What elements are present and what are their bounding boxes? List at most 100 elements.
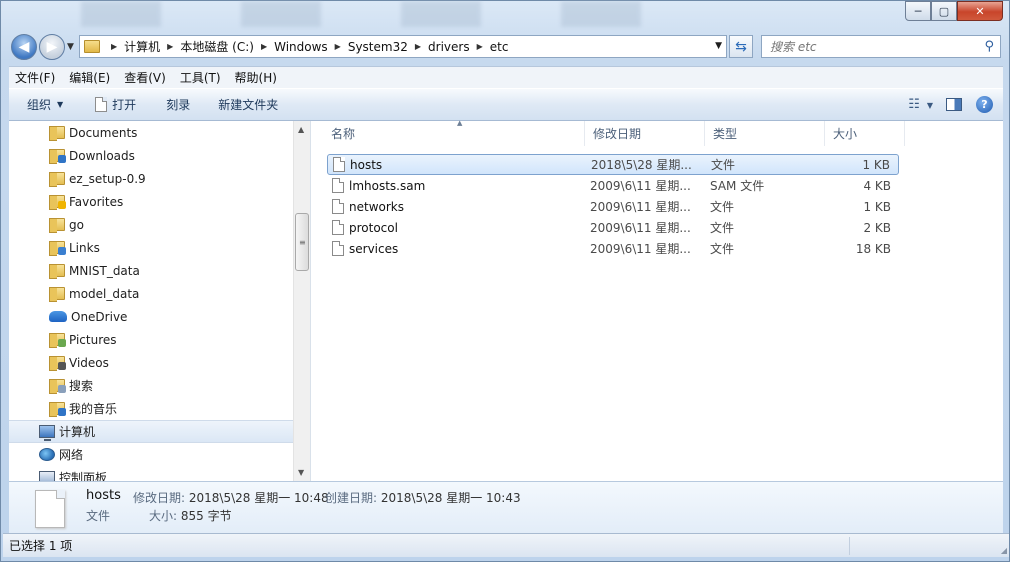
breadcrumb-separator-icon[interactable]: ▶ <box>111 42 117 51</box>
file-date: 2009\6\11 星期... <box>590 200 691 214</box>
address-history-dropdown[interactable]: ▼ <box>715 41 722 51</box>
folder-icon <box>84 40 100 53</box>
change-view-button[interactable]: ☷ ▼ <box>908 97 933 112</box>
details-size: 大小: 855 字节 <box>149 507 232 524</box>
details-modified-label: 修改日期: <box>133 491 186 505</box>
search-input[interactable] <box>770 39 970 54</box>
nav-item-onedrive[interactable]: OneDrive <box>9 305 293 328</box>
breadcrumb-windows[interactable]: Windows <box>274 40 328 54</box>
menu-file[interactable]: 文件(F) <box>15 69 55 86</box>
refresh-button[interactable]: ⇆ <box>729 35 753 58</box>
nav-item-label: model_data <box>69 286 140 301</box>
help-icon[interactable]: ? <box>976 96 993 113</box>
nav-item-ez-setup[interactable]: ez_setup-0.9 <box>9 167 293 190</box>
file-row[interactable]: lmhosts.sam 2009\6\11 星期... SAM 文件 4 KB <box>327 175 899 196</box>
nav-item-downloads[interactable]: Downloads <box>9 144 293 167</box>
new-folder-button[interactable]: 新建文件夹 <box>218 96 278 113</box>
minimize-button[interactable]: ─ <box>905 1 931 21</box>
nav-item-mnist-data[interactable]: MNIST_data <box>9 259 293 282</box>
column-header-date[interactable]: 修改日期 <box>585 121 705 146</box>
search-box[interactable]: ⚲ <box>761 35 1001 58</box>
burn-button[interactable]: 刻录 <box>166 96 190 113</box>
folder-link-icon <box>49 241 66 256</box>
nav-item-network[interactable]: 网络 <box>9 443 293 466</box>
column-header-size[interactable]: 大小 <box>825 121 905 146</box>
recent-pages-dropdown[interactable]: ▼ <box>67 42 74 52</box>
column-header-label: 大小 <box>833 127 858 141</box>
breadcrumb-etc[interactable]: etc <box>490 40 509 54</box>
column-header-type[interactable]: 类型 <box>705 121 825 146</box>
file-name: lmhosts.sam <box>349 178 426 193</box>
menu-edit[interactable]: 编辑(E) <box>69 69 110 86</box>
breadcrumb-separator-icon[interactable]: ▶ <box>335 42 341 51</box>
preview-pane-icon[interactable] <box>946 98 962 111</box>
file-row[interactable]: networks 2009\6\11 星期... 文件 1 KB <box>327 196 899 217</box>
maximize-button[interactable]: ▢ <box>931 1 957 21</box>
nav-item-documents[interactable]: Documents <box>9 121 293 144</box>
file-row[interactable]: protocol 2009\6\11 星期... 文件 2 KB <box>327 217 899 238</box>
grip-icon: ≡ <box>299 238 306 247</box>
resize-grip-icon[interactable]: ◢ <box>1001 546 1007 555</box>
nav-item-label: ez_setup-0.9 <box>69 171 146 186</box>
menu-view[interactable]: 查看(V) <box>124 69 166 86</box>
file-row[interactable]: services 2009\6\11 星期... 文件 18 KB <box>327 238 899 259</box>
breadcrumb-system32[interactable]: System32 <box>348 40 408 54</box>
breadcrumb-local-disk[interactable]: 本地磁盘 (C:) <box>180 38 254 55</box>
nav-item-pictures[interactable]: Pictures <box>9 328 293 351</box>
file-date: 2009\6\11 星期... <box>590 221 691 235</box>
search-icon[interactable]: ⚲ <box>984 39 994 54</box>
nav-item-go[interactable]: go <box>9 213 293 236</box>
back-button[interactable]: ◀ <box>11 34 37 60</box>
folder-icon <box>49 287 65 302</box>
control-panel-icon <box>39 471 55 481</box>
scrollbar-thumb[interactable]: ≡ <box>295 213 309 271</box>
computer-icon <box>39 425 55 441</box>
nav-item-my-music[interactable]: 我的音乐 <box>9 397 293 420</box>
file-icon <box>332 199 344 214</box>
folder-download-icon <box>49 149 66 164</box>
burn-label: 刻录 <box>166 98 191 112</box>
column-header-label: 类型 <box>713 127 738 141</box>
address-bar[interactable]: ▶ 计算机 ▶ 本地磁盘 (C:) ▶ Windows ▶ System32 ▶… <box>79 35 727 58</box>
nav-item-model-data[interactable]: model_data <box>9 282 293 305</box>
breadcrumb-computer[interactable]: 计算机 <box>124 38 160 55</box>
nav-item-label: MNIST_data <box>69 263 140 278</box>
close-icon: ✕ <box>975 4 985 18</box>
open-button[interactable]: 打开 <box>95 96 136 113</box>
details-created-label: 创建日期: <box>325 491 378 505</box>
breadcrumb-separator-icon[interactable]: ▶ <box>477 42 483 51</box>
breadcrumb-drivers[interactable]: drivers <box>428 40 470 54</box>
nav-item-favorites[interactable]: Favorites <box>9 190 293 213</box>
breadcrumb-separator-icon[interactable]: ▶ <box>167 42 173 51</box>
nav-item-computer[interactable]: 计算机 <box>9 420 293 443</box>
breadcrumb-separator-icon[interactable]: ▶ <box>261 42 267 51</box>
close-button[interactable]: ✕ <box>957 1 1003 21</box>
nav-item-label: 控制面板 <box>59 471 108 481</box>
details-pane: hosts 修改日期: 2018\5\28 星期一 10:48 创建日期: 20… <box>9 481 1003 533</box>
nav-item-videos[interactable]: Videos <box>9 351 293 374</box>
file-name: protocol <box>349 220 398 235</box>
file-row[interactable]: hosts 2018\5\28 星期... 文件 1 KB <box>327 154 899 175</box>
menu-help[interactable]: 帮助(H) <box>235 69 277 86</box>
column-header-name[interactable]: 名称 ▲ <box>323 119 585 146</box>
open-label: 打开 <box>112 98 137 112</box>
nav-item-label: go <box>69 217 84 232</box>
nav-item-search[interactable]: 搜索 <box>9 374 293 397</box>
forward-button[interactable]: ▶ <box>39 34 65 60</box>
nav-item-control-panel[interactable]: 控制面板 <box>9 466 293 481</box>
organize-button[interactable]: 组织 ▼ <box>27 96 63 113</box>
file-name: hosts <box>350 157 383 172</box>
scroll-down-icon[interactable]: ▼ <box>298 468 304 477</box>
folder-video-icon <box>49 356 66 371</box>
folder-icon <box>49 172 65 187</box>
details-modified-value: 2018\5\28 星期一 10:48 <box>188 491 329 505</box>
nav-item-links[interactable]: Links <box>9 236 293 259</box>
chevron-down-icon: ▼ <box>67 42 74 52</box>
details-view-icon: ☷ <box>908 97 920 112</box>
file-type: 文件 <box>711 158 736 172</box>
refresh-icon: ⇆ <box>735 38 747 55</box>
scroll-up-icon[interactable]: ▲ <box>298 125 304 134</box>
menu-tools[interactable]: 工具(T) <box>180 69 221 86</box>
breadcrumb-separator-icon[interactable]: ▶ <box>415 42 421 51</box>
nav-scrollbar[interactable]: ▲ ≡ ▼ <box>293 121 310 481</box>
